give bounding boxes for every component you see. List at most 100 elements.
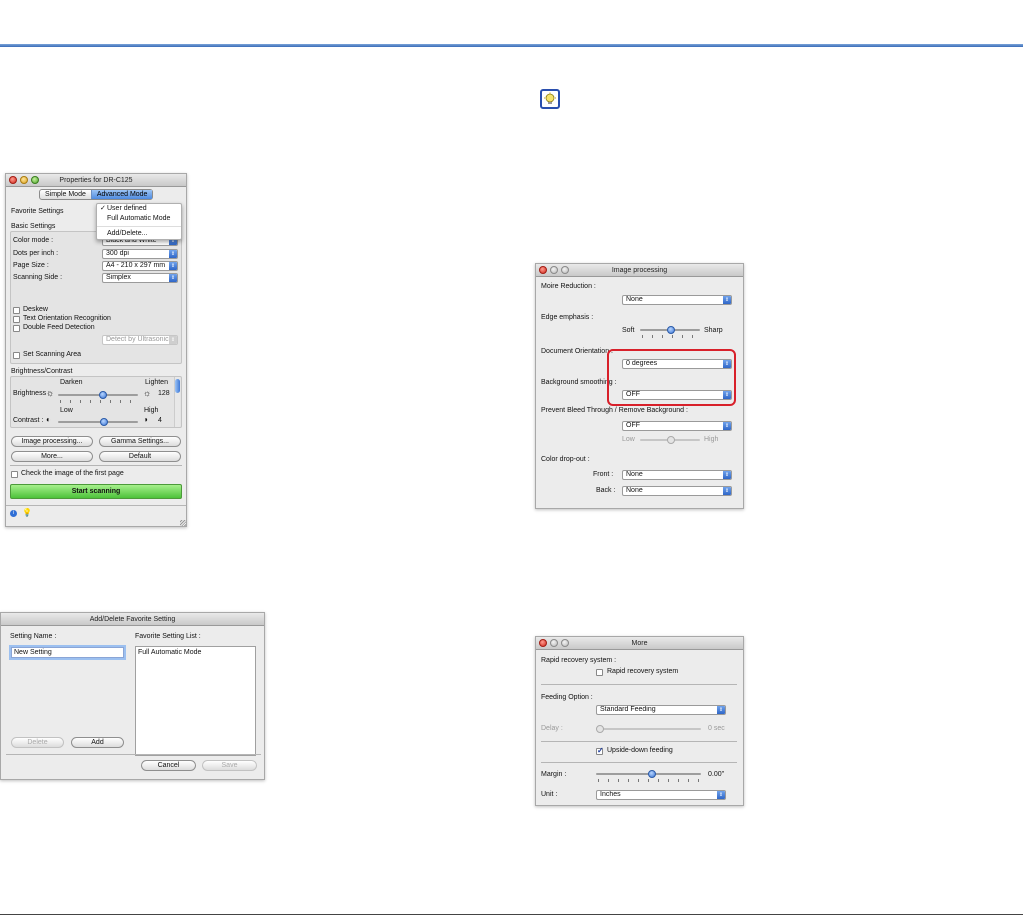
window-title: Add/Delete Favorite Setting xyxy=(89,616,176,623)
rapid-recovery-check-label: Rapid recovery system xyxy=(607,668,679,675)
divider xyxy=(541,762,737,763)
minimize-icon[interactable] xyxy=(550,639,558,647)
checkmark-icon: ✓ xyxy=(100,205,106,212)
more-window: More Rapid recovery system : Rapid recov… xyxy=(535,636,744,806)
front-select[interactable]: None ⇕ xyxy=(622,470,732,480)
favorite-setting-list[interactable]: Full Automatic Mode xyxy=(135,646,256,756)
back-value: None xyxy=(626,487,643,494)
double-feed-checkbox[interactable] xyxy=(13,325,20,332)
upside-down-label: Upside-down feeding xyxy=(607,747,673,754)
margin-slider[interactable] xyxy=(596,770,701,778)
page-size-label: Page Size : xyxy=(13,262,49,269)
feeding-option-label: Feeding Option : xyxy=(541,694,593,701)
more-button[interactable]: More... xyxy=(11,451,93,462)
page-size-select[interactable]: A4 - 210 x 297 mm ⇕ xyxy=(102,261,178,271)
sun-bright-icon: ☼ xyxy=(143,388,152,398)
menu-separator xyxy=(97,226,181,227)
scanning-side-select[interactable]: Simplex ⇕ xyxy=(102,273,178,283)
margin-knob[interactable] xyxy=(648,770,656,778)
tab-simple-mode[interactable]: Simple Mode xyxy=(40,190,91,199)
settings-scrollbar[interactable] xyxy=(174,377,180,427)
detect-ultrasonic-select[interactable]: Detect by Ultrasonic ⇕ xyxy=(102,335,178,345)
back-select[interactable]: None ⇕ xyxy=(622,486,732,496)
menu-item-add-delete[interactable]: Add/Delete... xyxy=(97,229,181,239)
favorite-settings-label: Favorite Settings xyxy=(11,208,64,215)
contrast-low-icon: ◐ xyxy=(46,415,51,424)
add-delete-window: Add/Delete Favorite Setting Setting Name… xyxy=(0,612,265,780)
tab-advanced-mode[interactable]: Advanced Mode xyxy=(90,190,153,199)
setting-name-input[interactable]: New Setting xyxy=(11,647,124,658)
contrast-high-icon: ◑ xyxy=(143,415,148,424)
add-button[interactable]: Add xyxy=(71,737,124,748)
deskew-checkbox[interactable] xyxy=(13,307,20,314)
delay-slider[interactable] xyxy=(596,725,701,733)
edge-knob[interactable] xyxy=(667,326,675,334)
save-button[interactable]: Save xyxy=(202,760,257,771)
resize-grip-icon[interactable] xyxy=(180,520,186,526)
page-size-value: A4 - 210 x 297 mm xyxy=(106,262,166,269)
image-processing-button[interactable]: Image processing... xyxy=(11,436,93,447)
upside-down-checkbox[interactable] xyxy=(596,746,604,755)
check-first-page-checkbox[interactable] xyxy=(11,471,18,478)
hint-icon[interactable]: 💡 xyxy=(22,508,32,517)
moire-select[interactable]: None ⇕ xyxy=(622,295,732,305)
soft-label: Soft xyxy=(622,327,635,334)
zoom-icon[interactable] xyxy=(31,176,39,184)
text-orientation-label: Text Orientation Recognition xyxy=(23,315,111,322)
delay-knob[interactable] xyxy=(596,725,604,733)
double-feed-label: Double Feed Detection xyxy=(23,324,95,331)
divider xyxy=(6,754,261,755)
bleed-knob[interactable] xyxy=(667,436,675,444)
text-orientation-checkbox[interactable] xyxy=(13,316,20,323)
unit-select[interactable]: Inches ⇕ xyxy=(596,790,726,800)
header-rule xyxy=(0,44,1023,47)
delete-button[interactable]: Delete xyxy=(11,737,64,748)
brightness-ticks xyxy=(60,400,138,403)
margin-value: 0.00" xyxy=(708,771,725,778)
deskew-label: Deskew xyxy=(23,306,48,313)
minimize-icon[interactable] xyxy=(550,266,558,274)
menu-item-user-defined[interactable]: ✓ User defined xyxy=(97,204,181,214)
info-icon[interactable]: i xyxy=(10,510,17,517)
brightness-slider[interactable] xyxy=(58,391,138,399)
default-button[interactable]: Default xyxy=(99,451,181,462)
contrast-knob[interactable] xyxy=(100,418,108,426)
brightness-knob[interactable] xyxy=(99,391,107,399)
bleed-slider[interactable] xyxy=(640,436,700,444)
bleed-select[interactable]: OFF ⇕ xyxy=(622,421,732,431)
gamma-settings-button[interactable]: Gamma Settings... xyxy=(99,436,181,447)
close-icon[interactable] xyxy=(539,639,547,647)
bg-smoothing-label: Background smoothing : xyxy=(541,379,617,386)
rapid-recovery-checkbox[interactable] xyxy=(596,669,603,676)
bleed-label: Prevent Bleed Through / Remove Backgroun… xyxy=(541,407,688,414)
start-scanning-button[interactable]: Start scanning xyxy=(10,484,182,499)
mode-tabs: Simple Mode Advanced Mode xyxy=(39,189,154,200)
properties-titlebar: Properties for DR-C125 xyxy=(6,174,186,187)
cancel-button[interactable]: Cancel xyxy=(141,760,196,771)
brightness-value: 128 xyxy=(158,390,170,397)
dpi-label: Dots per inch : xyxy=(13,250,59,257)
zoom-icon[interactable] xyxy=(561,639,569,647)
moire-value: None xyxy=(626,296,643,303)
divider xyxy=(541,684,737,685)
set-scanning-area-checkbox[interactable] xyxy=(13,352,20,359)
edge-slider[interactable] xyxy=(640,326,700,334)
close-icon[interactable] xyxy=(539,266,547,274)
chevron-updown-icon: ⇕ xyxy=(717,706,725,714)
chevron-updown-icon: ⇕ xyxy=(717,791,725,799)
contrast-slider[interactable] xyxy=(58,418,138,426)
footer-rule xyxy=(0,914,1023,915)
dpi-select[interactable]: 300 dpi ⇕ xyxy=(102,249,178,259)
list-item[interactable]: Full Automatic Mode xyxy=(138,649,253,656)
back-label: Back : xyxy=(596,487,616,494)
minimize-icon[interactable] xyxy=(20,176,28,184)
menu-item-full-automatic[interactable]: Full Automatic Mode xyxy=(97,214,181,224)
favorite-settings-menu: ✓ User defined Full Automatic Mode Add/De… xyxy=(96,203,182,240)
delay-label: Delay : xyxy=(541,725,563,732)
highlight-frame xyxy=(607,349,736,406)
close-icon[interactable] xyxy=(9,176,17,184)
zoom-icon[interactable] xyxy=(561,266,569,274)
basic-settings-label: Basic Settings xyxy=(11,223,56,230)
window-title: Properties for DR-C125 xyxy=(59,177,133,184)
feeding-select[interactable]: Standard Feeding ⇕ xyxy=(596,705,726,715)
